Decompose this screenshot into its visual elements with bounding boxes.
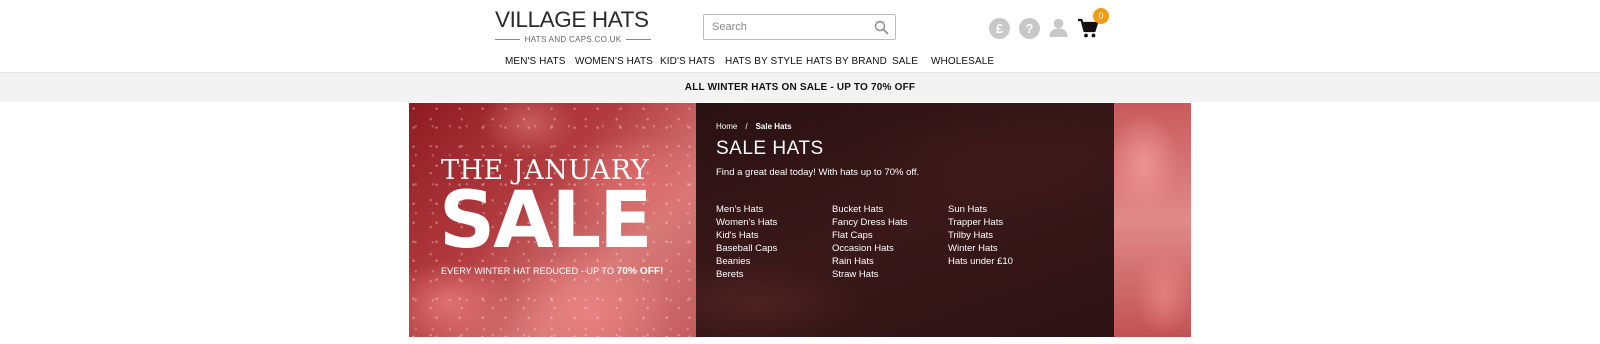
banner-image-right [1114,103,1191,337]
category-link-trapper-hats[interactable]: Trapper Hats [948,216,1013,229]
banner-subline-highlight: 70% OFF! [616,266,664,277]
category-column-1: Men's Hats Women's Hats Kid's Hats Baseb… [716,203,777,281]
help-symbol: ? [1025,21,1034,36]
logo-divider [626,39,651,40]
category-link-mens-hats[interactable]: Men's Hats [716,203,777,216]
category-link-berets[interactable]: Berets [716,268,777,281]
logo-subtitle-row: HATS AND CAPS.CO.UK [495,35,651,44]
logo-title: VILLAGE HATS [495,7,649,32]
currency-symbol: £ [995,21,1004,36]
category-link-rain-hats[interactable]: Rain Hats [832,255,908,268]
help-icon[interactable]: ? [1019,18,1040,39]
category-column-3: Sun Hats Trapper Hats Trilby Hats Winter… [948,203,1013,268]
category-link-occasion-hats[interactable]: Occasion Hats [832,242,908,255]
logo-subtitle: HATS AND CAPS.CO.UK [524,35,622,44]
banner-subline-text: EVERY WINTER HAT REDUCED - UP TO [441,266,617,276]
banner-subline: EVERY WINTER HAT REDUCED - UP TO 70% OFF… [441,266,664,277]
search-input[interactable] [704,15,864,39]
breadcrumb-current: Sale Hats [755,122,792,131]
nav-sale[interactable]: SALE [892,56,918,67]
category-link-fancy-dress-hats[interactable]: Fancy Dress Hats [832,216,908,229]
currency-icon[interactable]: £ [989,18,1010,39]
breadcrumb: Home / Sale Hats [716,122,792,131]
search-box [703,14,896,40]
promo-bar[interactable]: ALL WINTER HATS ON SALE - UP TO 70% OFF [0,72,1600,102]
category-link-flat-caps[interactable]: Flat Caps [832,229,908,242]
promo-text: ALL WINTER HATS ON SALE - UP TO 70% OFF [684,82,916,93]
cart-count-badge: 0 [1093,8,1109,24]
category-link-trilby-hats[interactable]: Trilby Hats [948,229,1013,242]
account-icon[interactable] [1048,17,1069,38]
category-link-baseball-caps[interactable]: Baseball Caps [716,242,777,255]
sale-banner: THE JANUARY SALE EVERY WINTER HAT REDUCE… [409,103,1191,337]
nav-wholesale[interactable]: WHOLESALE [931,56,994,67]
breadcrumb-home[interactable]: Home [716,122,737,131]
nav-kids-hats[interactable]: KID'S HATS [660,56,715,67]
category-link-beanies[interactable]: Beanies [716,255,777,268]
category-link-bucket-hats[interactable]: Bucket Hats [832,203,908,216]
category-link-sun-hats[interactable]: Sun Hats [948,203,1013,216]
category-link-winter-hats[interactable]: Winter Hats [948,242,1013,255]
search-icon[interactable] [874,20,889,35]
page-title: SALE HATS [716,138,824,159]
banner-big-word: SALE [439,176,653,266]
category-column-2: Bucket Hats Fancy Dress Hats Flat Caps O… [832,203,908,281]
logo-divider [495,39,520,40]
main-nav: MEN'S HATS WOMEN'S HATS KID'S HATS HATS … [0,56,1600,70]
category-link-straw-hats[interactable]: Straw Hats [832,268,908,281]
site-logo[interactable]: VILLAGE HATS HATS AND CAPS.CO.UK [495,8,651,46]
category-link-kids-hats[interactable]: Kid's Hats [716,229,777,242]
category-link-hats-under-10[interactable]: Hats under £10 [948,255,1013,268]
nav-womens-hats[interactable]: WOMEN'S HATS [575,56,653,67]
category-link-womens-hats[interactable]: Women's Hats [716,216,777,229]
page-description: Find a great deal today! With hats up to… [716,167,920,178]
nav-hats-by-brand[interactable]: HATS BY BRAND [806,56,887,67]
nav-mens-hats[interactable]: MEN'S HATS [505,56,566,67]
breadcrumb-separator: / [745,122,748,131]
nav-hats-by-style[interactable]: HATS BY STYLE [725,56,803,67]
